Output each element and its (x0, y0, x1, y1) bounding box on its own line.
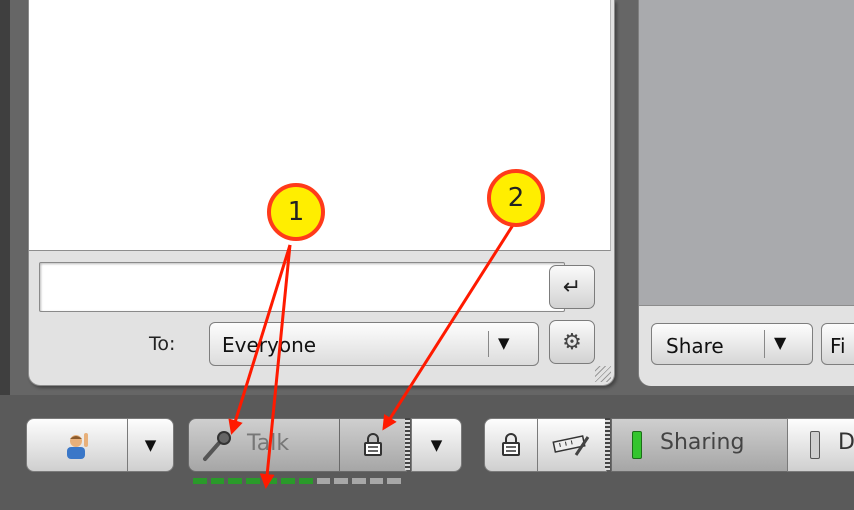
share-button-label: Share (666, 334, 724, 358)
sharing-label: Sharing (660, 430, 745, 455)
return-arrow-icon: ↵ (562, 274, 582, 300)
ruler-pencil-icon (552, 435, 590, 456)
select-divider (488, 331, 489, 357)
lock-icon (364, 433, 382, 456)
level-segment-inactive (387, 478, 402, 484)
talk-lock-button[interactable] (339, 418, 407, 472)
status-button[interactable] (26, 418, 128, 472)
talk-dropdown-button[interactable]: ▼ (411, 418, 462, 472)
microphone-icon (203, 431, 231, 461)
sharing-toggle[interactable]: Sharing (611, 418, 788, 472)
callout-marker: 1 (267, 183, 325, 241)
level-segment-active (281, 478, 296, 484)
tools-button[interactable] (537, 418, 607, 472)
toggle-status-indicator (810, 431, 820, 459)
to-label: To: (149, 333, 176, 355)
share-panel: Share ▼ Fi (638, 0, 854, 386)
share-next-label: Fi (830, 334, 846, 358)
level-segment-active (263, 478, 278, 484)
share-button[interactable]: Share ▼ (651, 323, 813, 365)
level-segment-active (246, 478, 260, 484)
lock-icon (502, 433, 520, 456)
resize-grip[interactable] (595, 366, 611, 382)
level-segment-inactive (352, 478, 366, 484)
next-toggle[interactable]: D (787, 418, 854, 472)
talk-level-meter (193, 478, 405, 486)
chat-options-button[interactable]: ⚙ (549, 320, 595, 364)
level-segment-inactive (334, 478, 349, 484)
chevron-down-icon: ▼ (498, 334, 510, 352)
share-panel-footer: Share ▼ Fi (639, 305, 854, 386)
gear-icon: ⚙ (562, 329, 582, 355)
level-segment-active (228, 478, 243, 484)
next-toggle-label: D (838, 430, 854, 455)
chevron-down-icon: ▼ (430, 436, 443, 454)
toolbar-grip[interactable] (405, 418, 410, 470)
talk-button[interactable]: Talk (188, 418, 340, 472)
level-segment-active (299, 478, 313, 484)
recipient-select[interactable]: Everyone ▼ (209, 322, 539, 366)
recipient-value: Everyone (222, 333, 317, 357)
level-segment-active (210, 478, 225, 484)
level-segment-active (193, 478, 207, 484)
level-segment-inactive (369, 478, 384, 484)
callout-number: 2 (507, 183, 525, 213)
lock-button[interactable] (484, 418, 538, 472)
share-next-button[interactable]: Fi (821, 323, 854, 365)
share-button-divider (764, 330, 765, 358)
chevron-down-icon: ▼ (144, 436, 157, 454)
chat-message-input[interactable] (39, 262, 565, 312)
sharing-status-indicator (632, 431, 642, 459)
user-raise-hand-icon (67, 433, 88, 459)
talk-label: Talk (247, 431, 290, 456)
callout-marker: 2 (487, 169, 545, 227)
level-segment-inactive (316, 478, 331, 484)
toolbar-grip[interactable] (605, 418, 610, 470)
send-message-button[interactable]: ↵ (549, 265, 595, 309)
callout-number: 1 (287, 197, 305, 227)
status-dropdown-button[interactable]: ▼ (127, 418, 174, 472)
chevron-down-icon: ▼ (774, 333, 787, 352)
